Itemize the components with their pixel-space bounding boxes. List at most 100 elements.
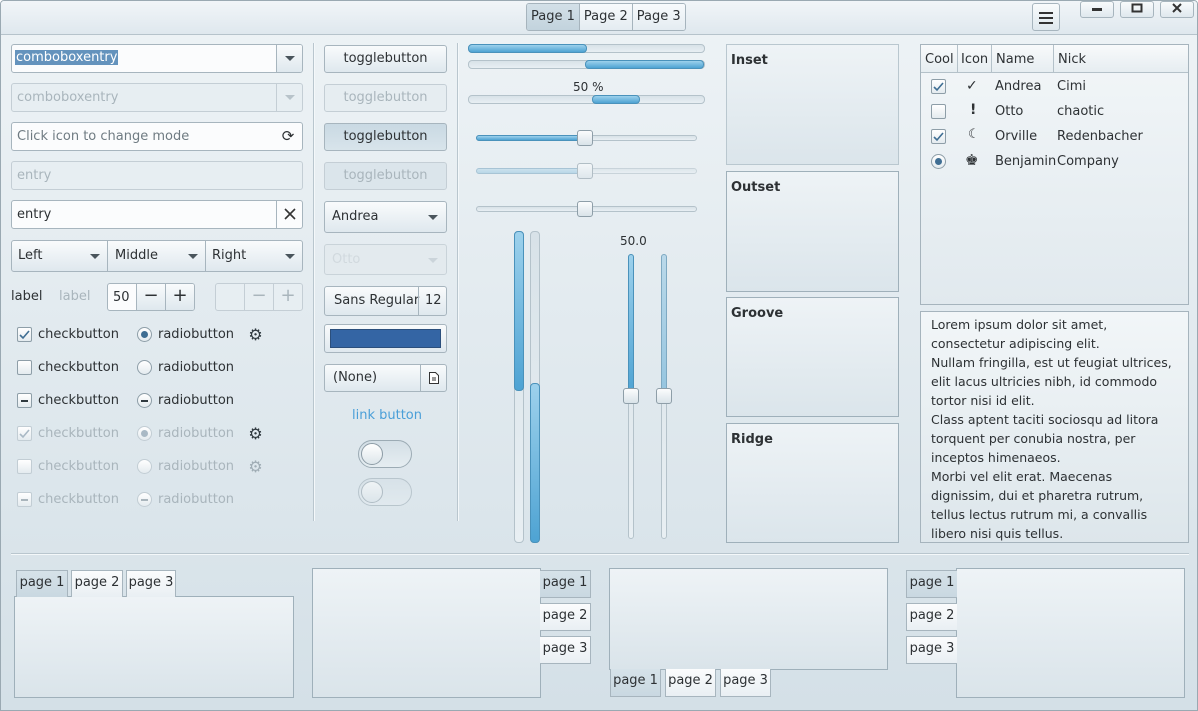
vscale-knob[interactable] [656,388,672,404]
text-view[interactable]: Lorem ipsum dolor sit amet, consectetur … [920,311,1189,543]
checkbutton-label: checkbutton [38,459,119,474]
entry-field[interactable]: entry [11,200,303,229]
switch-off[interactable] [358,440,412,468]
progress-fill [530,383,540,543]
font-button[interactable]: Sans Regular 12 [324,286,447,316]
column-header-icon[interactable]: Icon [961,52,988,67]
column-header-name[interactable]: Name [996,52,1034,67]
notebook-left-tab-2[interactable]: page 2 [906,603,957,631]
checkbutton-label: checkbutton [38,393,119,408]
notebook-top-tab-1[interactable]: page 1 [16,570,68,597]
vertical-progress-2 [530,231,540,543]
hscale-knob[interactable] [577,130,593,146]
vscale-value-label: 50.0 [620,234,647,248]
combobox-andrea-label: Andrea [332,209,379,224]
checkbox-unchecked[interactable] [17,360,32,375]
notebook-right-tab-2[interactable]: page 2 [540,603,591,631]
dash-icon [21,499,28,501]
exclamation-icon: ! [970,102,977,118]
dash-icon [21,400,28,402]
tree-row-checkbox-checked[interactable] [931,129,946,144]
label-disabled: label [59,289,91,304]
notebook-bottom-tab-2[interactable]: page 2 [665,669,716,697]
minus-icon[interactable]: − [136,284,165,310]
vscale-knob[interactable] [623,388,639,404]
progress-bar-3 [468,95,705,104]
tree-row-name: Benjamin [995,154,1057,169]
spin-button[interactable]: 50 − + [107,283,195,311]
mode-entry[interactable]: Click icon to change mode ⟳ [11,122,303,151]
radio-unselected[interactable] [137,360,152,375]
plus-icon[interactable]: + [165,284,194,310]
maximize-button[interactable] [1120,1,1154,18]
radiobutton-label: radiobutton [158,360,235,375]
notebook-top-tab-3[interactable]: page 3 [126,570,176,597]
tree-row-name: Orville [995,129,1038,144]
tree-row-checkbox-checked[interactable] [931,79,946,94]
menu-button[interactable] [1032,3,1060,31]
link-button[interactable]: link button [352,408,422,423]
hscale-knob[interactable] [577,201,593,217]
stack-tab-page-3[interactable]: Page 3 [632,4,685,30]
combobox-otto-label: Otto [332,252,361,267]
vertical-progress-1 [514,231,524,543]
notebook-top-tab-2[interactable]: page 2 [71,570,123,597]
radio-inconsistent[interactable] [137,393,152,408]
spin-button-disabled: − + [215,283,303,311]
notebook-bottom-tab-1[interactable]: page 1 [610,669,661,697]
refresh-icon[interactable]: ⟳ [280,128,296,144]
hscale-fill [476,135,584,141]
tree-row-radio[interactable] [931,154,946,169]
checkbox-unchecked-disabled [17,459,32,474]
notebook-right-tab-1[interactable]: page 1 [540,570,591,598]
text-paragraph: Class aptent taciti sociosqu ad litora t… [931,412,1159,465]
column-header-cool[interactable]: Cool [925,52,954,67]
combo-middle[interactable]: Middle [107,240,206,272]
police-icon: ♚ [965,151,979,169]
checkbox-checked[interactable] [17,327,32,342]
notebook-left-tab-1[interactable]: page 1 [906,570,957,598]
column-header-nick[interactable]: Nick [1058,52,1086,67]
stack-tab-page-2[interactable]: Page 2 [579,4,633,30]
label-enabled: label [11,289,43,304]
minimize-button[interactable] [1080,1,1114,18]
combo-left[interactable]: Left [11,240,108,272]
checkbox-inconsistent[interactable] [17,393,32,408]
notebook-bottom-tab-3[interactable]: page 3 [720,669,771,697]
separator [313,43,315,521]
frame-inset-label: Inset [731,53,768,68]
tree-row-checkbox[interactable] [931,104,946,119]
combobox-dropdown-button[interactable] [276,45,302,72]
togglebutton-active-disabled: togglebutton [324,162,447,190]
combobox-disabled-dropdown [276,84,302,111]
color-button[interactable] [324,324,447,353]
combobox-entry[interactable]: comboboxentry [11,44,303,73]
vscale-2[interactable] [656,254,672,539]
radiobutton-label: radiobutton [158,327,235,342]
notebook-left-tab-3[interactable]: page 3 [906,636,957,664]
tree-row-nick: Cimi [1057,79,1086,94]
close-button[interactable] [1160,1,1194,18]
notebook-left-page [956,568,1185,698]
horizontal-separator [11,553,1189,555]
stack-tab-page-1[interactable]: Page 1 [527,4,580,30]
gear-icon: ⚙ [248,325,263,344]
file-chooser-button[interactable]: (None) [324,364,447,392]
vscale-1[interactable] [623,254,639,539]
hscale-1[interactable] [476,130,697,146]
togglebutton[interactable]: togglebutton [324,45,447,73]
chevron-down-icon [90,254,100,259]
combo-right-label: Right [212,248,247,263]
frame-ridge: Ridge [726,423,899,543]
gear-icon: ⚙ [248,457,263,476]
frame-groove: Groove [726,297,899,417]
combo-right[interactable]: Right [205,240,303,272]
clear-button[interactable] [276,201,302,228]
radio-selected[interactable] [137,327,152,342]
tree-header: Cool Icon Name Nick [921,45,1188,73]
togglebutton-active[interactable]: togglebutton [324,123,447,151]
plus-icon: + [273,284,302,310]
combobox-andrea[interactable]: Andrea [324,201,447,233]
hscale-3[interactable] [476,201,697,217]
notebook-right-tab-3[interactable]: page 3 [540,636,591,664]
